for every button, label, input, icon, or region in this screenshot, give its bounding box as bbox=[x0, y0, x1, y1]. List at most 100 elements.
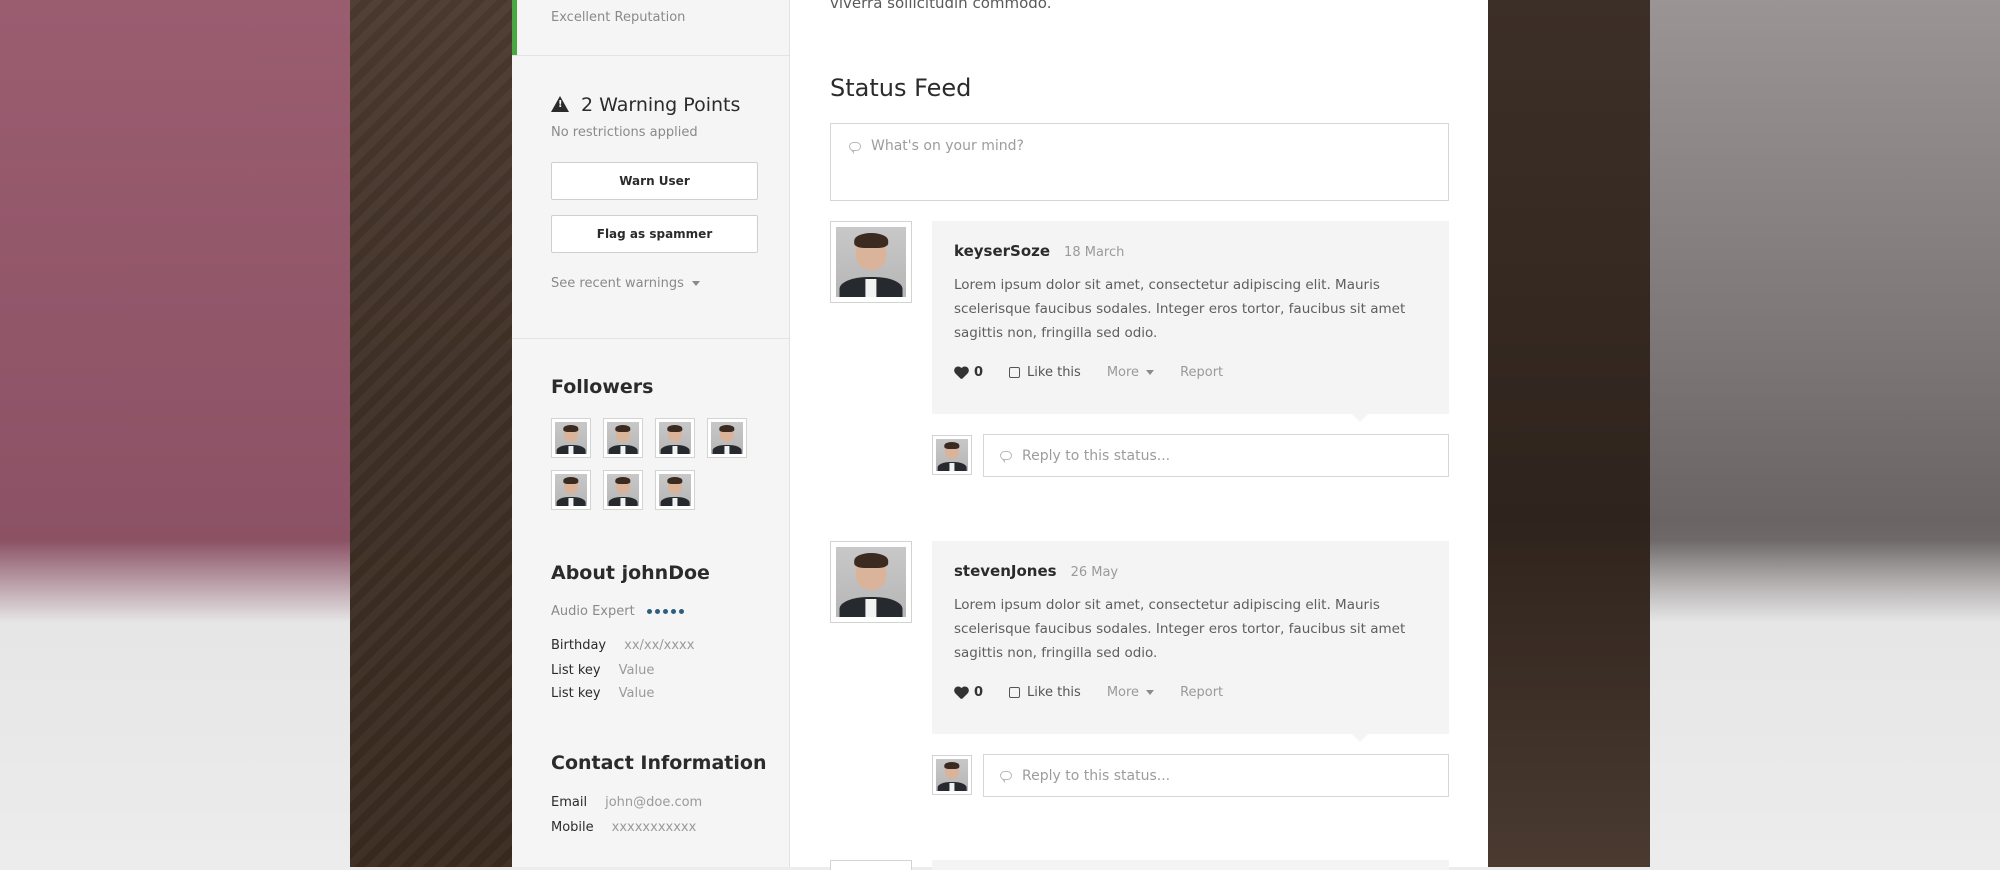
post-date: 18 March bbox=[1064, 245, 1125, 260]
about-row: List key Value bbox=[551, 663, 654, 678]
reputation-label: Excellent Reputation bbox=[551, 10, 686, 25]
background-pattern bbox=[350, 0, 512, 867]
follower-avatar[interactable] bbox=[707, 418, 747, 458]
reply-input[interactable]: Reply to this status... bbox=[983, 754, 1449, 797]
more-dropdown[interactable]: More bbox=[1107, 685, 1155, 700]
post-username[interactable]: stevenJones bbox=[954, 562, 1057, 580]
expertise-label: Audio Expert bbox=[551, 604, 635, 619]
follower-avatar[interactable] bbox=[655, 418, 695, 458]
warning-points-title: 2 Warning Points bbox=[581, 94, 741, 116]
about-row: List key Value bbox=[551, 686, 654, 701]
avatar bbox=[555, 422, 587, 454]
status-post bbox=[932, 860, 1449, 870]
heart-icon bbox=[954, 687, 968, 699]
rating-dot bbox=[646, 609, 652, 614]
like-button[interactable]: Like this bbox=[1009, 685, 1081, 700]
about-row: Birthday xx/xx/xxxx bbox=[551, 638, 694, 653]
post-date: 26 May bbox=[1070, 565, 1119, 580]
report-link[interactable]: Report bbox=[1180, 685, 1223, 700]
status-feed-title: Status Feed bbox=[830, 74, 972, 102]
intro-text: viverra sollicitudin commodo. bbox=[830, 0, 1052, 12]
rating-dot bbox=[678, 609, 684, 614]
comment-icon bbox=[1000, 451, 1012, 463]
expertise-row: Audio Expert bbox=[551, 604, 684, 619]
reputation-accent-bar bbox=[512, 0, 517, 55]
avatar bbox=[711, 422, 743, 454]
about-heading: About johnDoe bbox=[551, 562, 710, 584]
status-post: stevenJones 26 May Lorem ipsum dolor sit… bbox=[932, 541, 1449, 742]
avatar bbox=[607, 474, 639, 506]
about-value: Value bbox=[618, 686, 655, 701]
follower-avatar[interactable] bbox=[551, 418, 591, 458]
rating-dot bbox=[654, 609, 660, 614]
reply-input[interactable]: Reply to this status... bbox=[983, 434, 1449, 477]
comment-icon bbox=[849, 141, 861, 154]
follower-avatar[interactable] bbox=[551, 470, 591, 510]
rating-dot bbox=[670, 609, 676, 614]
compose-placeholder: What's on your mind? bbox=[871, 138, 1024, 154]
avatar bbox=[555, 474, 587, 506]
more-dropdown[interactable]: More bbox=[1107, 365, 1155, 380]
avatar bbox=[836, 547, 906, 617]
warning-points-heading: 2 Warning Points bbox=[551, 94, 740, 116]
post-author-avatar[interactable] bbox=[830, 860, 912, 870]
heart-icon bbox=[954, 367, 968, 379]
thumbs-up-icon bbox=[1009, 687, 1021, 698]
warning-icon bbox=[551, 96, 569, 112]
avatar bbox=[836, 227, 906, 297]
caret-down-icon bbox=[691, 281, 700, 286]
post-body: Lorem ipsum dolor sit amet, consectetur … bbox=[954, 597, 1406, 661]
follower-avatar[interactable] bbox=[655, 470, 695, 510]
about-value: Value bbox=[618, 663, 655, 678]
about-value: xx/xx/xxxx bbox=[624, 638, 695, 653]
see-recent-warnings-label: See recent warnings bbox=[551, 276, 684, 291]
follower-avatar[interactable] bbox=[603, 418, 643, 458]
contact-row: Mobile xxxxxxxxxxx bbox=[551, 820, 696, 835]
like-count: 0 bbox=[954, 365, 983, 380]
about-key: Birthday bbox=[551, 638, 607, 653]
post-author-avatar[interactable] bbox=[830, 541, 912, 623]
post-actions: 0 Like this More Report bbox=[954, 685, 1223, 700]
rating-dots bbox=[646, 609, 684, 614]
email-value[interactable]: john@doe.com bbox=[605, 795, 702, 810]
post-author-avatar[interactable] bbox=[830, 221, 912, 303]
reply-avatar bbox=[932, 435, 972, 475]
caret-down-icon bbox=[1146, 370, 1155, 375]
about-key: List key bbox=[551, 686, 601, 701]
background-panel-right bbox=[1488, 0, 1650, 867]
like-button[interactable]: Like this bbox=[1009, 365, 1081, 380]
post-actions: 0 Like this More Report bbox=[954, 365, 1223, 380]
post-username[interactable]: keyserSoze bbox=[954, 242, 1050, 260]
reply-placeholder: Reply to this status... bbox=[1022, 447, 1171, 464]
status-post: keyserSoze 18 March Lorem ipsum dolor si… bbox=[932, 221, 1449, 422]
comment-icon bbox=[1000, 771, 1012, 783]
post-body: Lorem ipsum dolor sit amet, consectetur … bbox=[954, 277, 1406, 341]
section-divider bbox=[512, 55, 789, 56]
contact-row: Email john@doe.com bbox=[551, 795, 702, 810]
caret-down-icon bbox=[1146, 690, 1155, 695]
avatar bbox=[936, 759, 968, 791]
contact-key: Email bbox=[551, 795, 588, 810]
thumbs-up-icon bbox=[1009, 367, 1021, 378]
reply-avatar bbox=[932, 755, 972, 795]
section-divider bbox=[512, 338, 789, 339]
follower-avatar[interactable] bbox=[603, 470, 643, 510]
status-compose-input[interactable]: What's on your mind? bbox=[830, 123, 1449, 201]
like-count: 0 bbox=[954, 685, 983, 700]
avatar bbox=[659, 422, 691, 454]
report-link[interactable]: Report bbox=[1180, 365, 1223, 380]
avatar bbox=[659, 474, 691, 506]
see-recent-warnings-dropdown[interactable]: See recent warnings bbox=[551, 276, 700, 291]
flag-spammer-button[interactable]: Flag as spammer bbox=[551, 215, 758, 253]
rating-dot bbox=[662, 609, 668, 614]
about-key: List key bbox=[551, 663, 601, 678]
avatar bbox=[936, 439, 968, 471]
avatar bbox=[607, 422, 639, 454]
followers-heading: Followers bbox=[551, 376, 654, 398]
contact-key: Mobile bbox=[551, 820, 594, 835]
contact-heading: Contact Information bbox=[551, 752, 767, 774]
reply-placeholder: Reply to this status... bbox=[1022, 767, 1171, 784]
warn-user-button[interactable]: Warn User bbox=[551, 162, 758, 200]
mobile-value: xxxxxxxxxxx bbox=[611, 820, 697, 835]
warning-points-subtitle: No restrictions applied bbox=[551, 125, 698, 140]
